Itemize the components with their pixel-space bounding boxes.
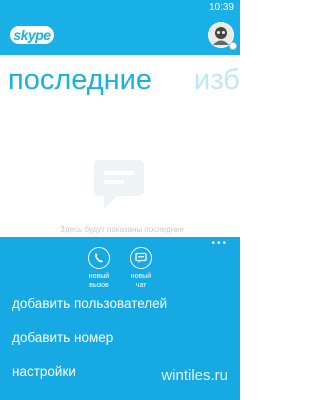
new-chat-button[interactable]: новый чат: [119, 247, 163, 290]
more-options-icon[interactable]: •••: [211, 239, 228, 249]
new-call-label: новый вызов: [88, 273, 110, 289]
status-dot: [229, 42, 237, 50]
pivot-favorites[interactable]: избранное: [194, 62, 240, 98]
menu-settings[interactable]: настройки: [12, 363, 76, 381]
skype-logo: skype: [10, 26, 54, 44]
app-bar: ••• новый вызов новый чат добавить польз…: [0, 237, 240, 400]
status-time: 10:39: [208, 2, 234, 13]
chat-bubble-icon: [94, 160, 144, 209]
watermark: wintiles.ru: [161, 367, 228, 384]
header-bar: 10:39 skype: [0, 0, 240, 55]
menu-add-number[interactable]: добавить номер: [12, 329, 113, 347]
empty-state-text: Здесь будут показаны последние: [60, 225, 185, 234]
pivot-recent[interactable]: последние: [8, 62, 152, 98]
menu-add-users[interactable]: добавить пользователей: [12, 295, 167, 313]
new-chat-label: новый чат: [130, 273, 152, 289]
pivot-header: последние избранное: [0, 62, 240, 102]
chat-icon: [130, 247, 152, 269]
phone-icon: [88, 247, 110, 269]
new-call-button[interactable]: новый вызов: [77, 247, 121, 290]
